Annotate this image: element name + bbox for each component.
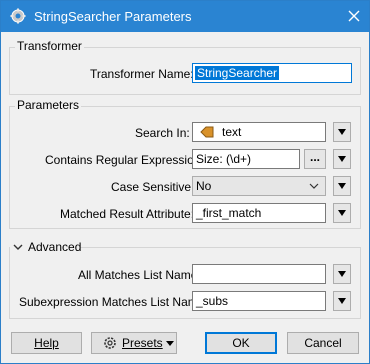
triangle-down-icon bbox=[338, 298, 346, 304]
search-in-field[interactable]: text bbox=[192, 122, 326, 142]
subexpression-label: Subexpression Matches List Name: bbox=[19, 295, 208, 309]
transformer-name-input[interactable]: StringSearcher bbox=[192, 63, 352, 83]
search-in-value: text bbox=[222, 125, 242, 139]
gear-icon bbox=[104, 337, 116, 349]
presets-label: Presets bbox=[122, 336, 163, 350]
subexpression-value: _subs bbox=[196, 294, 229, 308]
wrench-cog-icon bbox=[10, 8, 26, 24]
cancel-button[interactable]: Cancel bbox=[287, 332, 359, 354]
subexpression-input[interactable]: _subs bbox=[192, 291, 326, 311]
all-matches-menu-button[interactable] bbox=[333, 264, 351, 284]
chevron-down-icon bbox=[13, 244, 23, 250]
matched-result-input[interactable]: _first_match bbox=[192, 203, 326, 223]
regex-input[interactable]: Size: (\d+) bbox=[192, 149, 300, 169]
presets-button[interactable]: Presets bbox=[91, 332, 177, 354]
triangle-down-icon bbox=[338, 129, 346, 135]
triangle-down-icon bbox=[338, 156, 346, 162]
parameters-dialog: StringSearcher Parameters Transformer Tr… bbox=[0, 0, 370, 364]
parameters-legend: Parameters bbox=[15, 98, 82, 112]
regex-label: Contains Regular Expression: bbox=[45, 153, 204, 167]
case-sensitive-menu-button[interactable] bbox=[333, 176, 351, 196]
matched-result-menu-button[interactable] bbox=[333, 203, 351, 223]
case-sensitive-label: Case Sensitive: bbox=[111, 180, 195, 194]
help-button[interactable]: Help bbox=[11, 332, 82, 354]
triangle-down-icon bbox=[338, 271, 346, 277]
advanced-header[interactable]: Advanced bbox=[10, 239, 82, 255]
close-icon bbox=[348, 10, 360, 22]
matched-result-value: _first_match bbox=[196, 206, 262, 220]
ok-label: OK bbox=[232, 336, 250, 350]
case-sensitive-select[interactable]: No bbox=[192, 176, 326, 196]
attribute-tag-icon bbox=[200, 126, 214, 138]
help-label: Help bbox=[34, 336, 59, 350]
title-bar[interactable]: StringSearcher Parameters bbox=[1, 1, 369, 32]
advanced-legend: Advanced bbox=[28, 240, 82, 254]
cancel-label: Cancel bbox=[304, 336, 342, 350]
all-matches-label: All Matches List Name: bbox=[78, 268, 201, 282]
triangle-down-icon bbox=[338, 210, 346, 216]
regex-value: Size: (\d+) bbox=[196, 152, 252, 166]
ok-button[interactable]: OK bbox=[205, 332, 277, 354]
search-in-menu-button[interactable] bbox=[333, 122, 351, 142]
window-title: StringSearcher Parameters bbox=[34, 9, 192, 24]
transformer-name-value: StringSearcher bbox=[195, 66, 280, 80]
matched-result-label: Matched Result Attribute: bbox=[60, 207, 195, 221]
transformer-name-label: Transformer Name: bbox=[90, 67, 194, 81]
triangle-down-icon bbox=[166, 341, 174, 346]
regex-menu-button[interactable] bbox=[333, 149, 351, 169]
close-button[interactable] bbox=[343, 6, 365, 26]
all-matches-input[interactable] bbox=[192, 264, 326, 284]
triangle-down-icon bbox=[338, 183, 346, 189]
search-in-label: Search In: bbox=[135, 126, 190, 140]
transformer-legend: Transformer bbox=[15, 39, 84, 53]
case-sensitive-value: No bbox=[196, 179, 212, 193]
subexpression-menu-button[interactable] bbox=[333, 291, 351, 311]
regex-editor-button[interactable]: ... bbox=[304, 149, 326, 169]
chevron-down-icon bbox=[309, 183, 319, 189]
